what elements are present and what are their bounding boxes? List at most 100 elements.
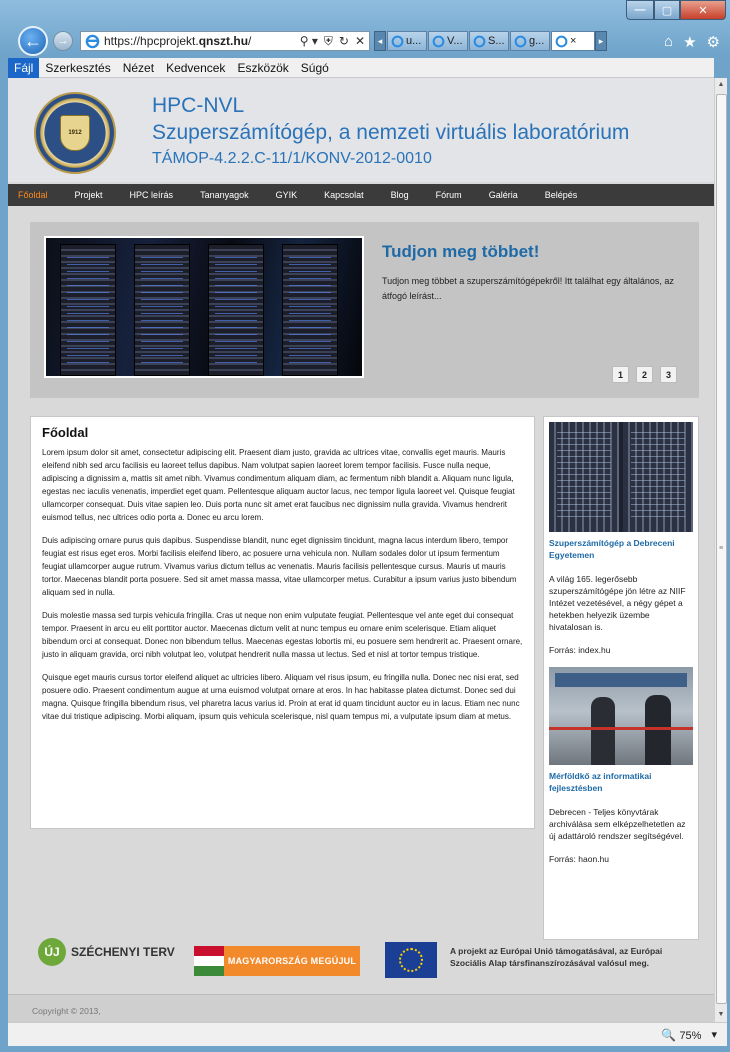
stop-icon[interactable]: ✕ xyxy=(355,34,365,49)
ie-logo-icon xyxy=(85,34,100,48)
supercomputer-slide-image[interactable] xyxy=(44,236,364,378)
refresh-icon[interactable]: ↻ xyxy=(339,34,349,49)
zoom-level: 75% xyxy=(679,1029,702,1042)
menu-favorites[interactable]: Kedvencek xyxy=(160,61,231,75)
university-seal-logo[interactable]: 1912 xyxy=(34,92,116,174)
news-summary: A világ 165. legerősebb szuperszámítógép… xyxy=(549,574,686,632)
sponsor-logos: ÚJ SZÉCHENYI TERV MAGYARORSZÁG MEGÚJUL A… xyxy=(8,938,714,998)
tab-scroll-right-icon[interactable]: ▸ xyxy=(595,31,607,51)
eu-funding-text: A projekt az Európai Unió támogatásával,… xyxy=(450,946,663,968)
news-summary: Debrecen - Teljes könyvtárak archiválása… xyxy=(549,807,686,841)
browser-tab-active[interactable]: × xyxy=(551,31,595,51)
hungarian-flag-icon xyxy=(194,946,224,976)
ie-logo-icon xyxy=(555,35,568,47)
scroll-up-icon[interactable]: ▲ xyxy=(715,78,727,92)
menu-help[interactable]: Súgó xyxy=(295,61,335,75)
compat-view-icon[interactable]: ⛨ xyxy=(324,34,333,49)
ie-logo-icon xyxy=(432,35,445,47)
close-tab-icon[interactable]: × xyxy=(570,35,576,47)
nav-item-forum[interactable]: Fórum xyxy=(436,190,462,200)
browser-tab[interactable]: g... xyxy=(510,31,550,51)
tab-label: g... xyxy=(529,35,545,47)
page-viewport: 1912 HPC-NVL Szuperszámítógép, a nemzeti… xyxy=(8,78,714,1022)
ie-logo-icon xyxy=(514,35,527,47)
nav-item-hpc-leiras[interactable]: HPC leírás xyxy=(130,190,174,200)
news-link[interactable]: Szuperszámítógép a Debreceni Egyetemen xyxy=(549,537,693,561)
uj-badge-icon: ÚJ xyxy=(38,938,66,966)
home-icon[interactable]: ⌂ xyxy=(664,33,673,51)
browser-tab[interactable]: u... xyxy=(387,31,427,51)
window-controls: — ▢ ✕ xyxy=(626,0,726,20)
url-prefix: https://hpcprojekt. xyxy=(104,34,199,48)
ie-logo-icon xyxy=(473,35,486,47)
project-code: TÁMOP-4.2.2.C-11/1/KONV-2012-0010 xyxy=(152,150,432,167)
menu-bar: Fájl Szerkesztés Nézet Kedvencek Eszközö… xyxy=(8,57,714,78)
zoom-icon: 🔍 xyxy=(661,1027,677,1042)
vertical-scrollbar[interactable]: ▲ ≡ ▼ xyxy=(714,78,727,1022)
slide-title[interactable]: Tudjon meg többet! xyxy=(382,242,539,262)
nav-item-gyik[interactable]: GYIK xyxy=(276,190,298,200)
main-navigation: Főoldal Projekt HPC leírás Tananyagok GY… xyxy=(8,184,714,206)
address-bar[interactable]: https://hpcprojekt. qnszt.hu / ⚲ ▾ ⛨ ↻ ✕ xyxy=(80,31,370,51)
seal-year: 1912 xyxy=(68,130,82,136)
content-paragraph: Lorem ipsum dolor sit amet, consectetur … xyxy=(42,448,515,522)
slider-page-2[interactable]: 2 xyxy=(636,366,653,383)
news-image-ribbon-cutting[interactable] xyxy=(549,667,693,765)
news-source: Forrás: haon.hu xyxy=(549,854,610,864)
eu-flag-icon[interactable] xyxy=(385,942,437,978)
nav-item-fooldal[interactable]: Főoldal xyxy=(18,190,48,200)
favorites-star-icon[interactable]: ★ xyxy=(683,33,696,51)
nav-item-blog[interactable]: Blog xyxy=(391,190,409,200)
szechenyi-terv-logo[interactable]: ÚJ SZÉCHENYI TERV xyxy=(38,938,175,966)
menu-file[interactable]: Fájl xyxy=(8,57,40,78)
settings-gear-icon[interactable]: ⚙ xyxy=(707,33,720,51)
content-paragraph: Duis molestie massa sed turpis vehicula … xyxy=(42,611,523,659)
close-window-button[interactable]: ✕ xyxy=(680,0,726,20)
seal-shield-icon: 1912 xyxy=(60,115,90,151)
news-sidebar: Szuperszámítógép a Debreceni Egyetemen A… xyxy=(543,416,699,940)
nav-item-projekt[interactable]: Projekt xyxy=(75,190,103,200)
back-button[interactable]: ← xyxy=(18,26,48,56)
search-dropdown-icon[interactable]: ⚲ ▾ xyxy=(300,34,318,49)
slider-page-3[interactable]: 3 xyxy=(660,366,677,383)
toolbar-icons: ⌂ ★ ⚙ xyxy=(664,33,720,51)
slide-description: Tudjon meg többet a szuperszámítógépekrő… xyxy=(382,276,674,301)
content-paragraph: Quisque eget mauris cursus tortor eleife… xyxy=(42,673,520,721)
page-title: Főoldal xyxy=(42,425,89,440)
menu-tools[interactable]: Eszközök xyxy=(231,61,294,75)
ie-logo-icon xyxy=(391,35,404,47)
main-content: Főoldal Lorem ipsum dolor sit amet, cons… xyxy=(30,416,535,829)
scrollbar-thumb[interactable]: ≡ xyxy=(716,94,727,1004)
site-subtitle: Szuperszámítógép, a nemzeti virtuális la… xyxy=(152,121,630,144)
content-paragraph: Duis adipiscing ornare purus quis dapibu… xyxy=(42,536,517,597)
szechenyi-label: SZÉCHENYI TERV xyxy=(71,945,175,959)
status-bar: 🔍 75% ▾ xyxy=(8,1022,727,1046)
forward-button[interactable]: → xyxy=(53,31,73,51)
zoom-dropdown-icon[interactable]: ▾ xyxy=(711,1028,717,1041)
news-link[interactable]: Mérföldkő az informatikai fejlesztésben xyxy=(549,770,693,794)
minimize-button[interactable]: — xyxy=(626,0,654,20)
site-title: HPC-NVL xyxy=(152,94,245,117)
menu-view[interactable]: Nézet xyxy=(117,61,160,75)
zoom-control[interactable]: 🔍 75% xyxy=(661,1028,701,1042)
scroll-down-icon[interactable]: ▼ xyxy=(715,1008,727,1022)
url-host: qnszt.hu xyxy=(198,34,249,48)
browser-tab[interactable]: S... xyxy=(469,31,509,51)
slider-page-1[interactable]: 1 xyxy=(612,366,629,383)
menu-edit[interactable]: Szerkesztés xyxy=(39,61,116,75)
nav-item-kapcsolat[interactable]: Kapcsolat xyxy=(324,190,364,200)
magyarorszag-megujul-logo[interactable]: MAGYARORSZÁG MEGÚJUL xyxy=(224,946,360,976)
url-suffix: / xyxy=(248,34,252,48)
site-header: 1912 HPC-NVL Szuperszámítógép, a nemzeti… xyxy=(8,78,714,182)
maximize-button[interactable]: ▢ xyxy=(654,0,680,20)
browser-tab[interactable]: V... xyxy=(428,31,468,51)
tab-scroll-left-icon[interactable]: ◂ xyxy=(374,31,386,51)
tab-strip: ◂ u... V... S... g... × ▸ xyxy=(374,31,607,51)
nav-item-tananyagok[interactable]: Tananyagok xyxy=(200,190,249,200)
nav-item-belepes[interactable]: Belépés xyxy=(545,190,578,200)
news-image-supercomputer[interactable] xyxy=(549,422,693,532)
tab-label: S... xyxy=(488,35,505,47)
slider-pager: 1 2 3 xyxy=(612,366,677,383)
tab-label: V... xyxy=(447,35,463,47)
nav-item-galeria[interactable]: Galéria xyxy=(489,190,518,200)
